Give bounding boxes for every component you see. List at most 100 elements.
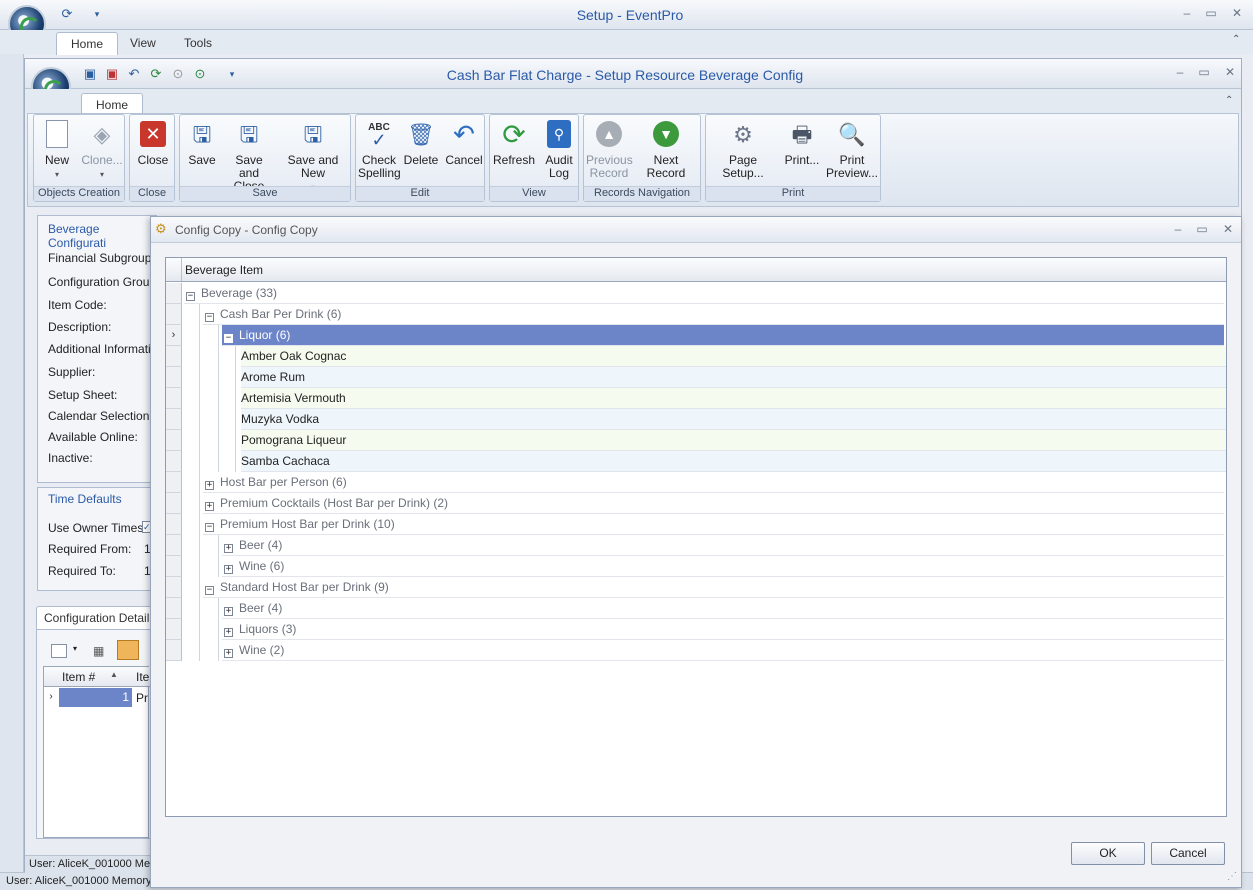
row-indicator[interactable] [166,304,182,325]
new-row-icon[interactable] [51,644,67,658]
collapse-ribbon-icon[interactable]: ⌃ [1225,95,1233,106]
customize-toolbar-icon[interactable]: ▾ [88,5,106,23]
group-cell[interactable]: + Beer (4) [222,598,1224,619]
tree-row[interactable]: + Beer (4) [166,535,1226,556]
group-cell[interactable]: + Host Bar per Person (6) [203,472,1224,493]
tree-row[interactable]: + Premium Cocktails (Host Bar per Drink) … [166,493,1226,514]
save-and-close-button[interactable]: 🖫 Save and Close [224,119,274,193]
item-column[interactable]: Ite [136,670,149,684]
save-close-icon[interactable]: ▣ [103,65,121,83]
group-cell[interactable]: + Wine (2) [222,640,1224,661]
next-icon[interactable]: ⊙ [191,65,209,83]
clone-button[interactable]: ◈ Clone... ▾ [80,119,124,181]
row-indicator[interactable] [166,451,182,472]
print-preview-button[interactable]: 🔍 Print Preview... [824,119,880,180]
audit-log-button[interactable]: ⚲ Audit Log [540,119,578,180]
row-indicator[interactable] [166,598,182,619]
refresh-button[interactable]: ⟳ Refresh [492,119,536,167]
tab-view[interactable]: View [116,32,170,54]
save-and-new-button[interactable]: 🖫 Save and New▾ [276,119,350,194]
expand-icon[interactable]: + [224,544,233,553]
refresh-icon[interactable]: ⟳ [58,5,76,23]
delete-button[interactable]: 🗑 Delete [402,119,440,167]
expand-icon[interactable]: + [224,607,233,616]
tree-row[interactable]: − Cash Bar Per Drink (6) [166,304,1226,325]
expand-icon[interactable]: + [224,649,233,658]
tree-row[interactable]: + Wine (6) [166,556,1226,577]
tree-row[interactable]: › − Liquor (6) [166,325,1226,346]
page-setup-button[interactable]: ⚙ Page Setup... [708,119,778,180]
tree-row[interactable]: Muzyka Vodka [166,409,1226,430]
group-cell[interactable]: − Beverage (33) [184,283,1224,304]
row-indicator[interactable] [166,409,182,430]
layout-icon[interactable] [117,640,139,660]
print-button[interactable]: 🖶 Print... [780,119,824,167]
expand-icon[interactable]: + [224,565,233,574]
tab-home[interactable]: Home [56,32,119,55]
row-indicator[interactable]: › [166,325,182,346]
collapse-icon[interactable]: − [224,334,233,343]
row-indicator[interactable] [166,367,182,388]
detail-row-item[interactable]: Pr [136,691,148,705]
row-indicator[interactable] [166,493,182,514]
row-indicator[interactable] [166,430,182,451]
beverage-item-cell[interactable]: Arome Rum [241,367,1226,388]
tree-row[interactable]: Pomograna Liqueur [166,430,1226,451]
group-cell[interactable]: + Liquors (3) [222,619,1224,640]
save-icon[interactable]: ▣ [81,65,99,83]
check-spelling-button[interactable]: ABC ✓ Check Spelling [358,119,401,180]
group-cell[interactable]: − Liquor (6) [222,325,1224,346]
beverage-item-cell[interactable]: Artemisia Vermouth [241,388,1226,409]
group-cell[interactable]: + Beer (4) [222,535,1224,556]
maximize-icon[interactable]: ▭ [1191,222,1213,236]
beverage-item-cell[interactable]: Amber Oak Cognac [241,346,1226,367]
row-indicator[interactable] [166,346,182,367]
row-indicator[interactable] [166,619,182,640]
close-icon[interactable]: ✕ [1217,222,1239,236]
group-cell[interactable]: + Wine (6) [222,556,1224,577]
tab-tools[interactable]: Tools [170,32,226,54]
cancel-button[interactable]: Cancel [1151,842,1225,865]
group-cell[interactable]: − Premium Host Bar per Drink (10) [203,514,1224,535]
group-cell[interactable]: − Cash Bar Per Drink (6) [203,304,1224,325]
undo-icon[interactable]: ↶ [125,65,143,83]
row-indicator[interactable] [166,283,182,304]
tab-configuration-detail[interactable]: Configuration Detail [36,606,158,629]
tree-row[interactable]: + Wine (2) [166,640,1226,661]
expand-icon[interactable]: + [205,481,214,490]
item-number-column[interactable]: Item # [62,670,95,684]
close-icon[interactable]: ✕ [1226,6,1248,20]
tree-row[interactable]: Amber Oak Cognac [166,346,1226,367]
previous-icon[interactable]: ⊙ [169,65,187,83]
beverage-item-cell[interactable]: Pomograna Liqueur [241,430,1226,451]
expand-icon[interactable]: + [205,502,214,511]
collapse-icon[interactable]: − [205,586,214,595]
tree-row[interactable]: − Beverage (33) [166,283,1226,304]
beverage-item-cell[interactable]: Samba Cachaca [241,451,1226,472]
cancel-button[interactable]: ↶ Cancel [444,119,484,167]
collapse-icon[interactable]: − [186,292,195,301]
save-button[interactable]: 🖫 Save [184,119,220,167]
next-record-button[interactable]: ▼ Next Record [634,119,698,180]
row-indicator[interactable] [166,514,182,535]
group-cell[interactable]: − Standard Host Bar per Drink (9) [203,577,1224,598]
tree-row[interactable]: − Standard Host Bar per Drink (9) [166,577,1226,598]
close-button[interactable]: ✕ Close [134,119,172,167]
expand-icon[interactable]: + [224,628,233,637]
grid-icon[interactable]: ▦ [93,644,104,658]
ok-button[interactable]: OK [1071,842,1145,865]
row-indicator[interactable] [166,472,182,493]
minimize-icon[interactable]: – [1169,65,1191,79]
tree-row[interactable]: Arome Rum [166,367,1226,388]
close-icon[interactable]: ✕ [1219,65,1241,79]
refresh-icon[interactable]: ⟳ [147,65,165,83]
dropdown-icon[interactable]: ▾ [73,644,77,653]
tree-row[interactable]: Artemisia Vermouth [166,388,1226,409]
tree-row[interactable]: + Host Bar per Person (6) [166,472,1226,493]
previous-record-button[interactable]: ▲ Previous Record [586,119,633,180]
row-indicator[interactable] [166,556,182,577]
group-cell[interactable]: + Premium Cocktails (Host Bar per Drink) … [203,493,1224,514]
row-indicator[interactable] [166,388,182,409]
tree-row[interactable]: + Liquors (3) [166,619,1226,640]
detail-row-item-number[interactable]: 1 [59,688,132,707]
